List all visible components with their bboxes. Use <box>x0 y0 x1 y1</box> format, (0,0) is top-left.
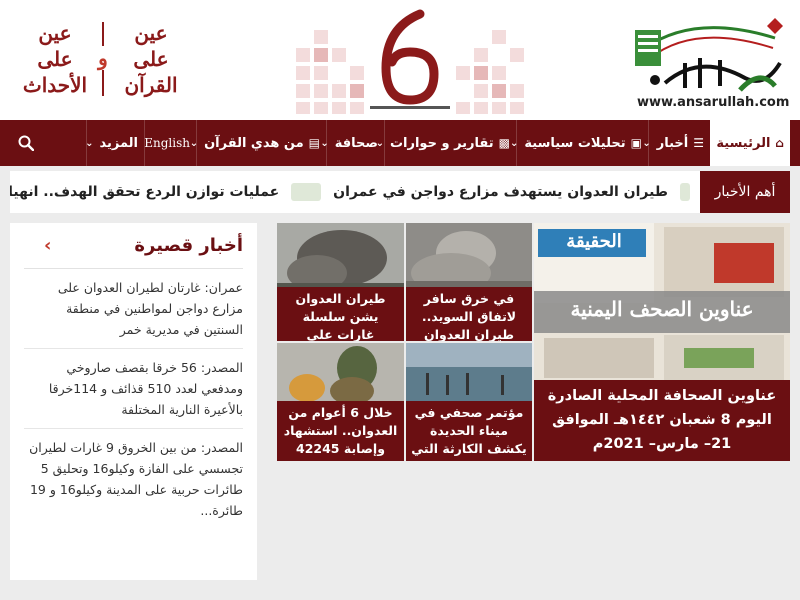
site-logo[interactable]: www.ansarullah.com <box>625 8 790 112</box>
featured-news-tile[interactable]: الحقيقة عناوين الصحف اليمنية عناوين الصح… <box>534 223 790 461</box>
main-nav: ⌂ الرئيسية ☰ أخبار ⌄ ▣ تحليلات سياسية ⌄ … <box>0 120 800 166</box>
nav-reports[interactable]: ▩ تقارير و حوارات ⌄ <box>376 120 516 166</box>
news-tile[interactable]: في خرق سافر لاتفاق السويد.. طيران العدوا… <box>406 223 532 341</box>
ansarullah-emblem-icon <box>635 18 783 92</box>
card-icon: ▩ <box>498 136 510 150</box>
search-button[interactable] <box>0 120 52 166</box>
national-day-logo <box>290 8 530 118</box>
chevron-down-icon: ⌄ <box>85 137 94 149</box>
collage-heading: عناوين الصحف اليمنية <box>570 297 754 321</box>
short-news-item[interactable]: المصدر: 56 خرقا بقصف صاروخي ومدفعي لعدد … <box>24 349 243 429</box>
sidebar-title[interactable]: أخبار قصيرة <box>134 235 243 256</box>
nav-press[interactable]: صحافة ⌄ <box>320 120 384 166</box>
slogan-right: عين على القرآن <box>124 21 178 97</box>
news-tile-caption: طيران العدوان يشن سلسلة غارات على العاصم… <box>277 287 404 341</box>
news-tile-caption: مؤتمر صحفي في ميناء الحديدة يكشف الكارثة… <box>406 401 532 461</box>
ticker-separator-icon <box>680 183 690 201</box>
ticker-separator-icon <box>291 183 322 201</box>
ticker-label: أهم الأخبار <box>700 171 790 213</box>
short-news-sidebar: أخبار قصيرة › عمران: غارتان لطيران العدو… <box>10 223 257 580</box>
news-tile[interactable]: طيران العدوان يشن سلسلة غارات على العاصم… <box>277 223 404 341</box>
site-slogan: عين على القرآن و عين على الأحداث <box>20 20 195 100</box>
news-tile-caption: خلال 6 أعوام من العدوان.. استشهاد وإصابة… <box>277 401 404 461</box>
nav-political-analysis[interactable]: ▣ تحليلات سياسية ⌄ <box>510 120 648 166</box>
ticker-item[interactable]: طيران العدوان يستهدف مزارع دواجن في عمرا… <box>333 184 668 200</box>
list-icon: ☰ <box>693 136 704 150</box>
breaking-news-ticker: أهم الأخبار طيران العدوان يستهدف مزارع د… <box>10 171 790 213</box>
national-day-emblem-icon <box>296 9 524 114</box>
news-tile[interactable]: مؤتمر صحفي في ميناء الحديدة يكشف الكارثة… <box>406 343 532 461</box>
site-url[interactable]: www.ansarullah.com <box>637 95 789 110</box>
nav-more[interactable]: المزيد ⌄ <box>85 120 144 166</box>
short-news-item[interactable]: المصدر: من بين الخروق 9 غارات لطيران تجس… <box>24 429 243 529</box>
newspaper-title: الحقيقة <box>566 231 622 252</box>
nav-english[interactable]: English <box>144 120 196 166</box>
featured-caption: عناوين الصحافة المحلية الصادرة اليوم 8 ش… <box>534 380 790 461</box>
ticker-item[interactable]: عمليات توازن الردع تحقق الهدف.. انهيار ك <box>10 184 279 200</box>
search-icon <box>18 135 34 151</box>
news-tile[interactable]: خلال 6 أعوام من العدوان.. استشهاد وإصابة… <box>277 343 404 461</box>
slogan-conjunction: و <box>94 46 112 70</box>
book-icon: ▤ <box>308 136 320 150</box>
site-header: www.ansarullah.com عين على القرآن و عين … <box>0 0 800 120</box>
short-news-item[interactable]: عمران: غارتان لطيران العدوان على مزارع د… <box>24 269 243 349</box>
home-icon: ⌂ <box>775 136 784 150</box>
news-tile-caption: في خرق سافر لاتفاق السويد.. طيران العدوا… <box>406 287 532 341</box>
nav-home[interactable]: ⌂ الرئيسية <box>710 120 790 166</box>
map-icon: ▣ <box>630 136 642 150</box>
sidebar-header: أخبار قصيرة › <box>24 223 243 269</box>
ticker-items: طيران العدوان يستهدف مزارع دواجن في عمرا… <box>10 171 690 213</box>
nav-quran-guidance[interactable]: ▤ من هدي القرآن ⌄ <box>190 120 326 166</box>
nav-news[interactable]: ☰ أخبار ⌄ <box>642 120 710 166</box>
chevron-left-icon[interactable]: › <box>44 235 51 256</box>
slogan-left: عين على الأحداث <box>22 21 88 97</box>
